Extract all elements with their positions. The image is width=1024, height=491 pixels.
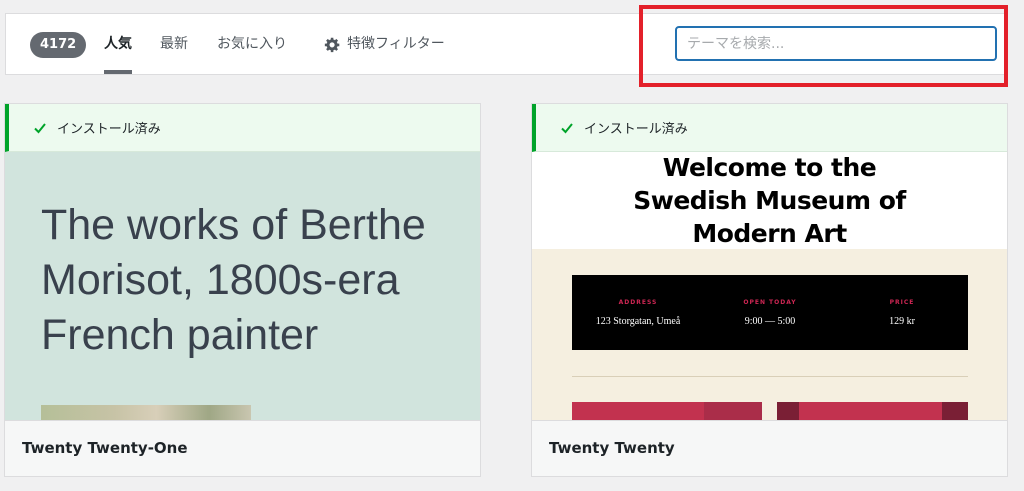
- installed-label: インストール済み: [57, 122, 161, 137]
- feature-filter-button[interactable]: 特徴フィルター: [324, 14, 445, 74]
- info-hours: OPEN TODAY 9:00 — 5:00: [705, 299, 835, 327]
- preview-content-block: [572, 402, 762, 422]
- theme-name: Twenty Twenty-One: [5, 420, 480, 476]
- preview-headline-text: Welcome to the Swedish Museum of Modern …: [633, 153, 906, 248]
- tab-popular[interactable]: 人気: [104, 14, 132, 74]
- info-address: ADDRESS 123 Storgatan, Umeå: [573, 299, 703, 327]
- installed-notice: インストール済み: [532, 104, 1007, 152]
- preview-headline: Welcome to the Swedish Museum of Modern …: [532, 152, 1007, 249]
- theme-count-badge: 4172: [30, 32, 87, 58]
- theme-filter-bar: 4172 人気 最新 お気に入り 特徴フィルター: [5, 13, 1008, 75]
- preview-info-bar: ADDRESS 123 Storgatan, Umeå OPEN TODAY 9…: [572, 275, 968, 350]
- info-value: 123 Storgatan, Umeå: [595, 315, 681, 327]
- info-label: OPEN TODAY: [743, 298, 797, 306]
- tab-latest[interactable]: 最新: [160, 14, 188, 74]
- info-value: 9:00 — 5:00: [744, 315, 796, 327]
- theme-screenshot[interactable]: The works of Berthe Morisot, 1800s-era F…: [5, 152, 480, 422]
- info-price: PRICE 129 kr: [837, 299, 967, 327]
- theme-screenshot[interactable]: Welcome to the Swedish Museum of Modern …: [532, 152, 1007, 422]
- preview-divider: [572, 376, 968, 377]
- theme-card-twenty-twenty-one[interactable]: インストール済み The works of Berthe Morisot, 18…: [4, 103, 481, 477]
- theme-search-input[interactable]: [675, 26, 997, 61]
- info-label: ADDRESS: [618, 298, 658, 306]
- feature-filter-label: 特徴フィルター: [347, 36, 445, 52]
- installed-notice: インストール済み: [5, 104, 480, 152]
- tab-favorites[interactable]: お気に入り: [217, 14, 287, 74]
- checkmark-icon: [561, 122, 573, 133]
- theme-card-twenty-twenty[interactable]: インストール済み Welcome to the Swedish Museum o…: [531, 103, 1008, 477]
- installed-label: インストール済み: [584, 122, 688, 137]
- checkmark-icon: [34, 122, 46, 133]
- info-value: 129 kr: [889, 315, 915, 327]
- theme-name: Twenty Twenty: [532, 420, 1007, 476]
- info-label: PRICE: [889, 298, 915, 306]
- preview-content-block: [777, 402, 968, 422]
- preview-headline: The works of Berthe Morisot, 1800s-era F…: [41, 201, 426, 359]
- gear-icon: [324, 37, 340, 52]
